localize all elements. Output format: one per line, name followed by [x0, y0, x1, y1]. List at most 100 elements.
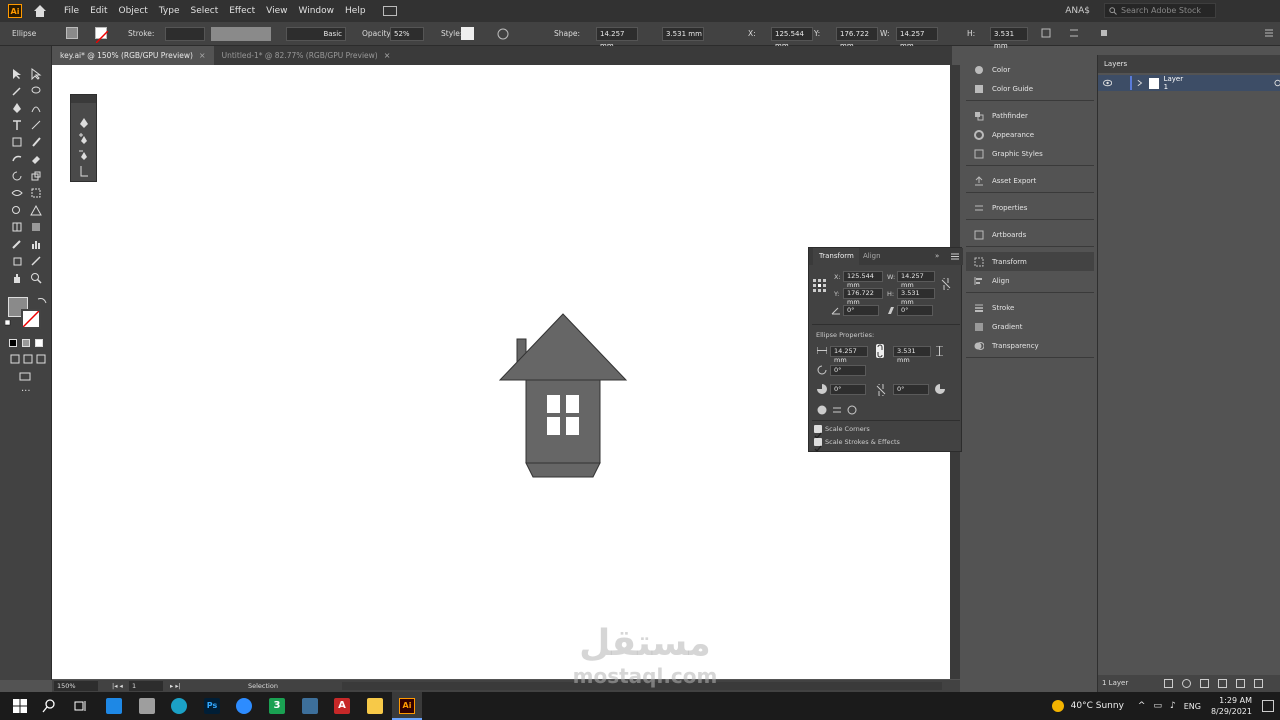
artboard-number[interactable]: 1 — [129, 681, 163, 691]
dock-properties[interactable]: Properties — [966, 198, 1094, 217]
panel-menu-icon[interactable] — [951, 253, 959, 260]
stock-search-input[interactable]: Search Adobe Stock — [1104, 3, 1216, 18]
layer-row[interactable]: Layer 1 — [1098, 75, 1280, 91]
app-icon-green[interactable]: 3 — [269, 698, 285, 714]
dock-align[interactable]: Align — [966, 271, 1094, 290]
zoom-app-icon[interactable] — [236, 698, 252, 714]
house-artwork[interactable] — [499, 313, 629, 479]
isolate-icon[interactable] — [1098, 27, 1110, 39]
x-field[interactable]: 125.544 mm — [843, 271, 883, 289]
current-tool-status[interactable]: Selection — [248, 680, 278, 692]
ellipse-height-field[interactable]: 3.531 mm — [893, 346, 931, 364]
edge-browser-icon[interactable] — [171, 698, 187, 714]
dock-transparency[interactable]: Transparency — [966, 336, 1094, 355]
pie-start-field[interactable]: 0° — [830, 384, 866, 395]
layer-name[interactable]: Layer 1 — [1164, 75, 1188, 91]
stroke-color-box[interactable] — [21, 309, 41, 329]
tab-key-ai[interactable]: key.ai* @ 150% (RGB/GPU Preview) × — [52, 46, 214, 65]
expand-arrow-icon[interactable] — [1136, 79, 1143, 87]
color-mode-button[interactable] — [9, 339, 17, 347]
mesh-tool-icon[interactable] — [11, 221, 23, 233]
zoom-tool-icon[interactable] — [30, 272, 42, 284]
dock-artboards[interactable]: Artboards — [966, 225, 1094, 244]
pie-end-field[interactable]: 0° — [893, 384, 929, 395]
scale-strokes-checkbox[interactable] — [814, 438, 822, 452]
hand-tool-icon[interactable] — [11, 272, 23, 284]
network-icon[interactable]: ▭ — [1153, 701, 1162, 711]
next-artboard-icon[interactable]: ▸ ▸| — [170, 680, 181, 692]
shear-field[interactable]: 0° — [897, 305, 933, 316]
menu-object[interactable]: Object — [119, 6, 148, 16]
paintbrush-tool-icon[interactable] — [30, 136, 42, 148]
app-icon-red[interactable]: A — [334, 698, 350, 714]
rectangle-tool-icon[interactable] — [11, 136, 23, 148]
house-body[interactable] — [525, 379, 601, 464]
slice-tool-icon[interactable] — [30, 255, 42, 267]
layers-tab[interactable]: Layers — [1098, 55, 1280, 73]
invert-pie-icon[interactable] — [817, 405, 827, 415]
menu-window[interactable]: Window — [299, 6, 335, 16]
align-icon[interactable] — [1068, 27, 1080, 39]
ellipse-width-field[interactable]: 14.257 mm — [830, 346, 868, 364]
eyedropper-tool-icon[interactable] — [11, 238, 23, 250]
shaper-tool-icon[interactable] — [11, 153, 23, 165]
delete-anchor-point-icon[interactable] — [78, 149, 90, 161]
variable-width-profile[interactable] — [211, 27, 271, 41]
graphic-style-swatch[interactable] — [461, 27, 474, 40]
magic-wand-tool-icon[interactable] — [11, 85, 23, 97]
line-segment-tool-icon[interactable] — [30, 119, 42, 131]
menu-type[interactable]: Type — [159, 6, 180, 16]
shape-builder-tool-icon[interactable] — [11, 204, 23, 216]
language-indicator[interactable]: ENG — [1184, 702, 1201, 711]
ellipse-rotate-field[interactable]: 0° — [830, 365, 866, 376]
link-dimensions-icon[interactable] — [875, 344, 885, 358]
graph-tool-icon[interactable] — [30, 238, 42, 250]
constrain-pie-icon[interactable] — [876, 384, 886, 396]
dock-color[interactable]: Color — [966, 60, 1094, 79]
tab-transform[interactable]: Transform — [813, 248, 859, 265]
x-field[interactable]: 125.544 mm — [771, 27, 813, 50]
lasso-tool-icon[interactable] — [30, 85, 42, 97]
photoshop-icon[interactable]: Ps — [204, 698, 220, 714]
taskbar-active-app[interactable]: Ai — [392, 692, 422, 720]
draw-behind-icon[interactable] — [22, 353, 34, 365]
dock-asset-export[interactable]: Asset Export — [966, 171, 1094, 190]
house-base[interactable] — [525, 462, 601, 478]
file-explorer-icon[interactable] — [367, 698, 383, 714]
free-transform-tool-icon[interactable] — [30, 187, 42, 199]
default-colors-icon[interactable] — [5, 320, 13, 328]
anchor-point-tool-icon[interactable] — [78, 165, 90, 177]
fill-swatch[interactable] — [66, 27, 78, 39]
brush-definition[interactable]: Basic — [286, 27, 346, 41]
gradient-tool-icon[interactable] — [30, 221, 42, 233]
gradient-mode-button[interactable] — [22, 339, 30, 347]
notifications-icon[interactable] — [1262, 700, 1274, 712]
y-field[interactable]: 176.722 mm — [836, 27, 878, 50]
pen-tool-icon[interactable] — [11, 102, 23, 114]
menu-edit[interactable]: Edit — [90, 6, 107, 16]
dock-pathfinder[interactable]: Pathfinder — [966, 106, 1094, 125]
arrange-documents-icon[interactable] — [382, 6, 397, 16]
menu-help[interactable]: Help — [345, 6, 366, 16]
stroke-swatch[interactable] — [95, 27, 109, 44]
locate-object-icon[interactable] — [1182, 679, 1191, 688]
width-tool-icon[interactable] — [11, 187, 23, 199]
tab-untitled-1[interactable]: Untitled-1* @ 82.77% (RGB/GPU Preview) × — [214, 46, 399, 65]
add-anchor-point-icon[interactable] — [78, 133, 90, 145]
y-field[interactable]: 176.722 mm — [843, 288, 883, 306]
zoom-level[interactable]: 150% — [54, 681, 98, 691]
dock-appearance[interactable]: Appearance — [966, 125, 1094, 144]
task-view-icon[interactable] — [72, 698, 88, 714]
export-icon[interactable] — [1164, 679, 1173, 688]
h-field[interactable]: 3.531 mm — [990, 27, 1028, 50]
collapse-panel-icon[interactable]: » — [935, 248, 939, 265]
menu-effect[interactable]: Effect — [229, 6, 255, 16]
volume-icon[interactable]: ♪ — [1170, 701, 1176, 711]
stroke-weight-field[interactable] — [165, 27, 205, 41]
curvature-tool-icon[interactable] — [30, 102, 42, 114]
rotate-tool-icon[interactable] — [11, 170, 23, 182]
transform-icon[interactable] — [1040, 27, 1052, 39]
constrain-proportions-icon[interactable] — [941, 278, 951, 290]
tray-expand-icon[interactable]: ^ — [1138, 701, 1146, 711]
screen-mode-icon[interactable] — [19, 370, 31, 382]
